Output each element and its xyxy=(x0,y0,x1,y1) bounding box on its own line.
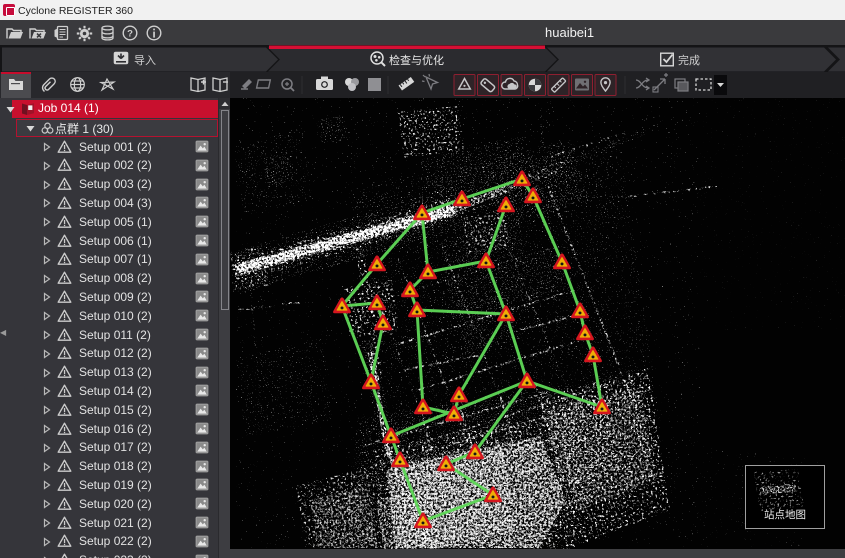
svg-text:?: ? xyxy=(127,28,133,39)
svg-text:检查与优化: 检查与优化 xyxy=(389,53,444,67)
svg-text:导入: 导入 xyxy=(134,54,156,67)
svg-text:完成: 完成 xyxy=(678,53,700,67)
